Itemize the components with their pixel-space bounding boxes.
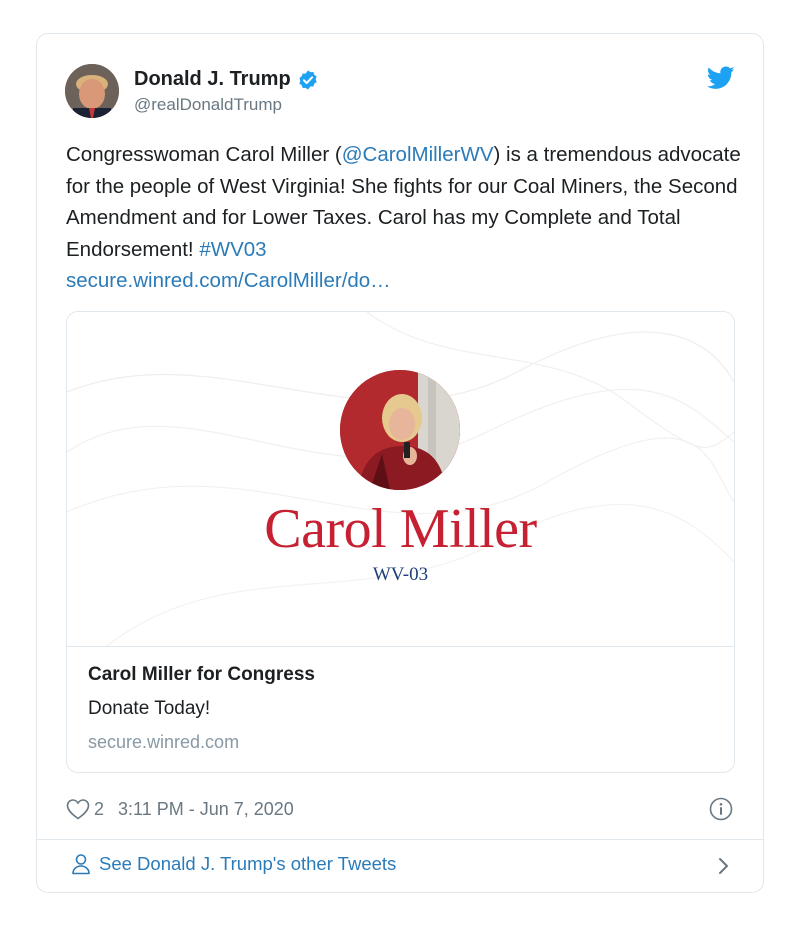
tweet-meta: 2 3:11 PM - Jun 7, 2020: [66, 796, 294, 822]
author-avatar[interactable]: [65, 64, 119, 118]
card-image[interactable]: Carol Miller WV-03: [67, 312, 734, 647]
tweet-text-part: Congresswoman Carol Miller (: [66, 143, 342, 166]
link-preview-card[interactable]: Carol Miller WV-03 Carol Miller for Cong…: [66, 311, 735, 773]
footer-divider: [37, 839, 763, 840]
heart-icon[interactable]: [66, 798, 90, 820]
twitter-bird-icon[interactable]: [707, 66, 735, 90]
info-icon[interactable]: [709, 797, 733, 821]
tweet-text: Congresswoman Carol Miller (@CarolMiller…: [66, 139, 746, 297]
mention-link[interactable]: @CarolMillerWV: [342, 143, 494, 166]
tweet-embed: Donald J. Trump @realDonaldTrump Congres…: [36, 33, 764, 893]
other-tweets-label: See Donald J. Trump's other Tweets: [99, 853, 397, 874]
card-district: WV-03: [372, 564, 429, 585]
author-name[interactable]: Donald J. Trump: [134, 68, 319, 91]
like-count[interactable]: 2: [94, 799, 104, 820]
other-tweets-link[interactable]: See Donald J. Trump's other Tweets: [71, 853, 396, 875]
card-headline: Carol Miller: [264, 498, 537, 560]
chevron-right-icon[interactable]: [717, 856, 731, 876]
candidate-photo: [340, 370, 460, 490]
verified-badge-icon: [299, 69, 317, 90]
url-link[interactable]: secure.winred.com/CarolMiller/do…: [66, 269, 391, 292]
timestamp[interactable]: 3:11 PM - Jun 7, 2020: [118, 799, 294, 820]
person-icon: [72, 854, 90, 875]
author-name-text: Donald J. Trump: [134, 68, 291, 90]
author-handle[interactable]: @realDonaldTrump: [134, 95, 282, 115]
card-title: Carol Miller for Congress: [88, 664, 315, 685]
hashtag-link[interactable]: #WV03: [199, 238, 266, 261]
card-domain: secure.winred.com: [88, 732, 240, 752]
card-description: Donate Today!: [88, 698, 211, 719]
